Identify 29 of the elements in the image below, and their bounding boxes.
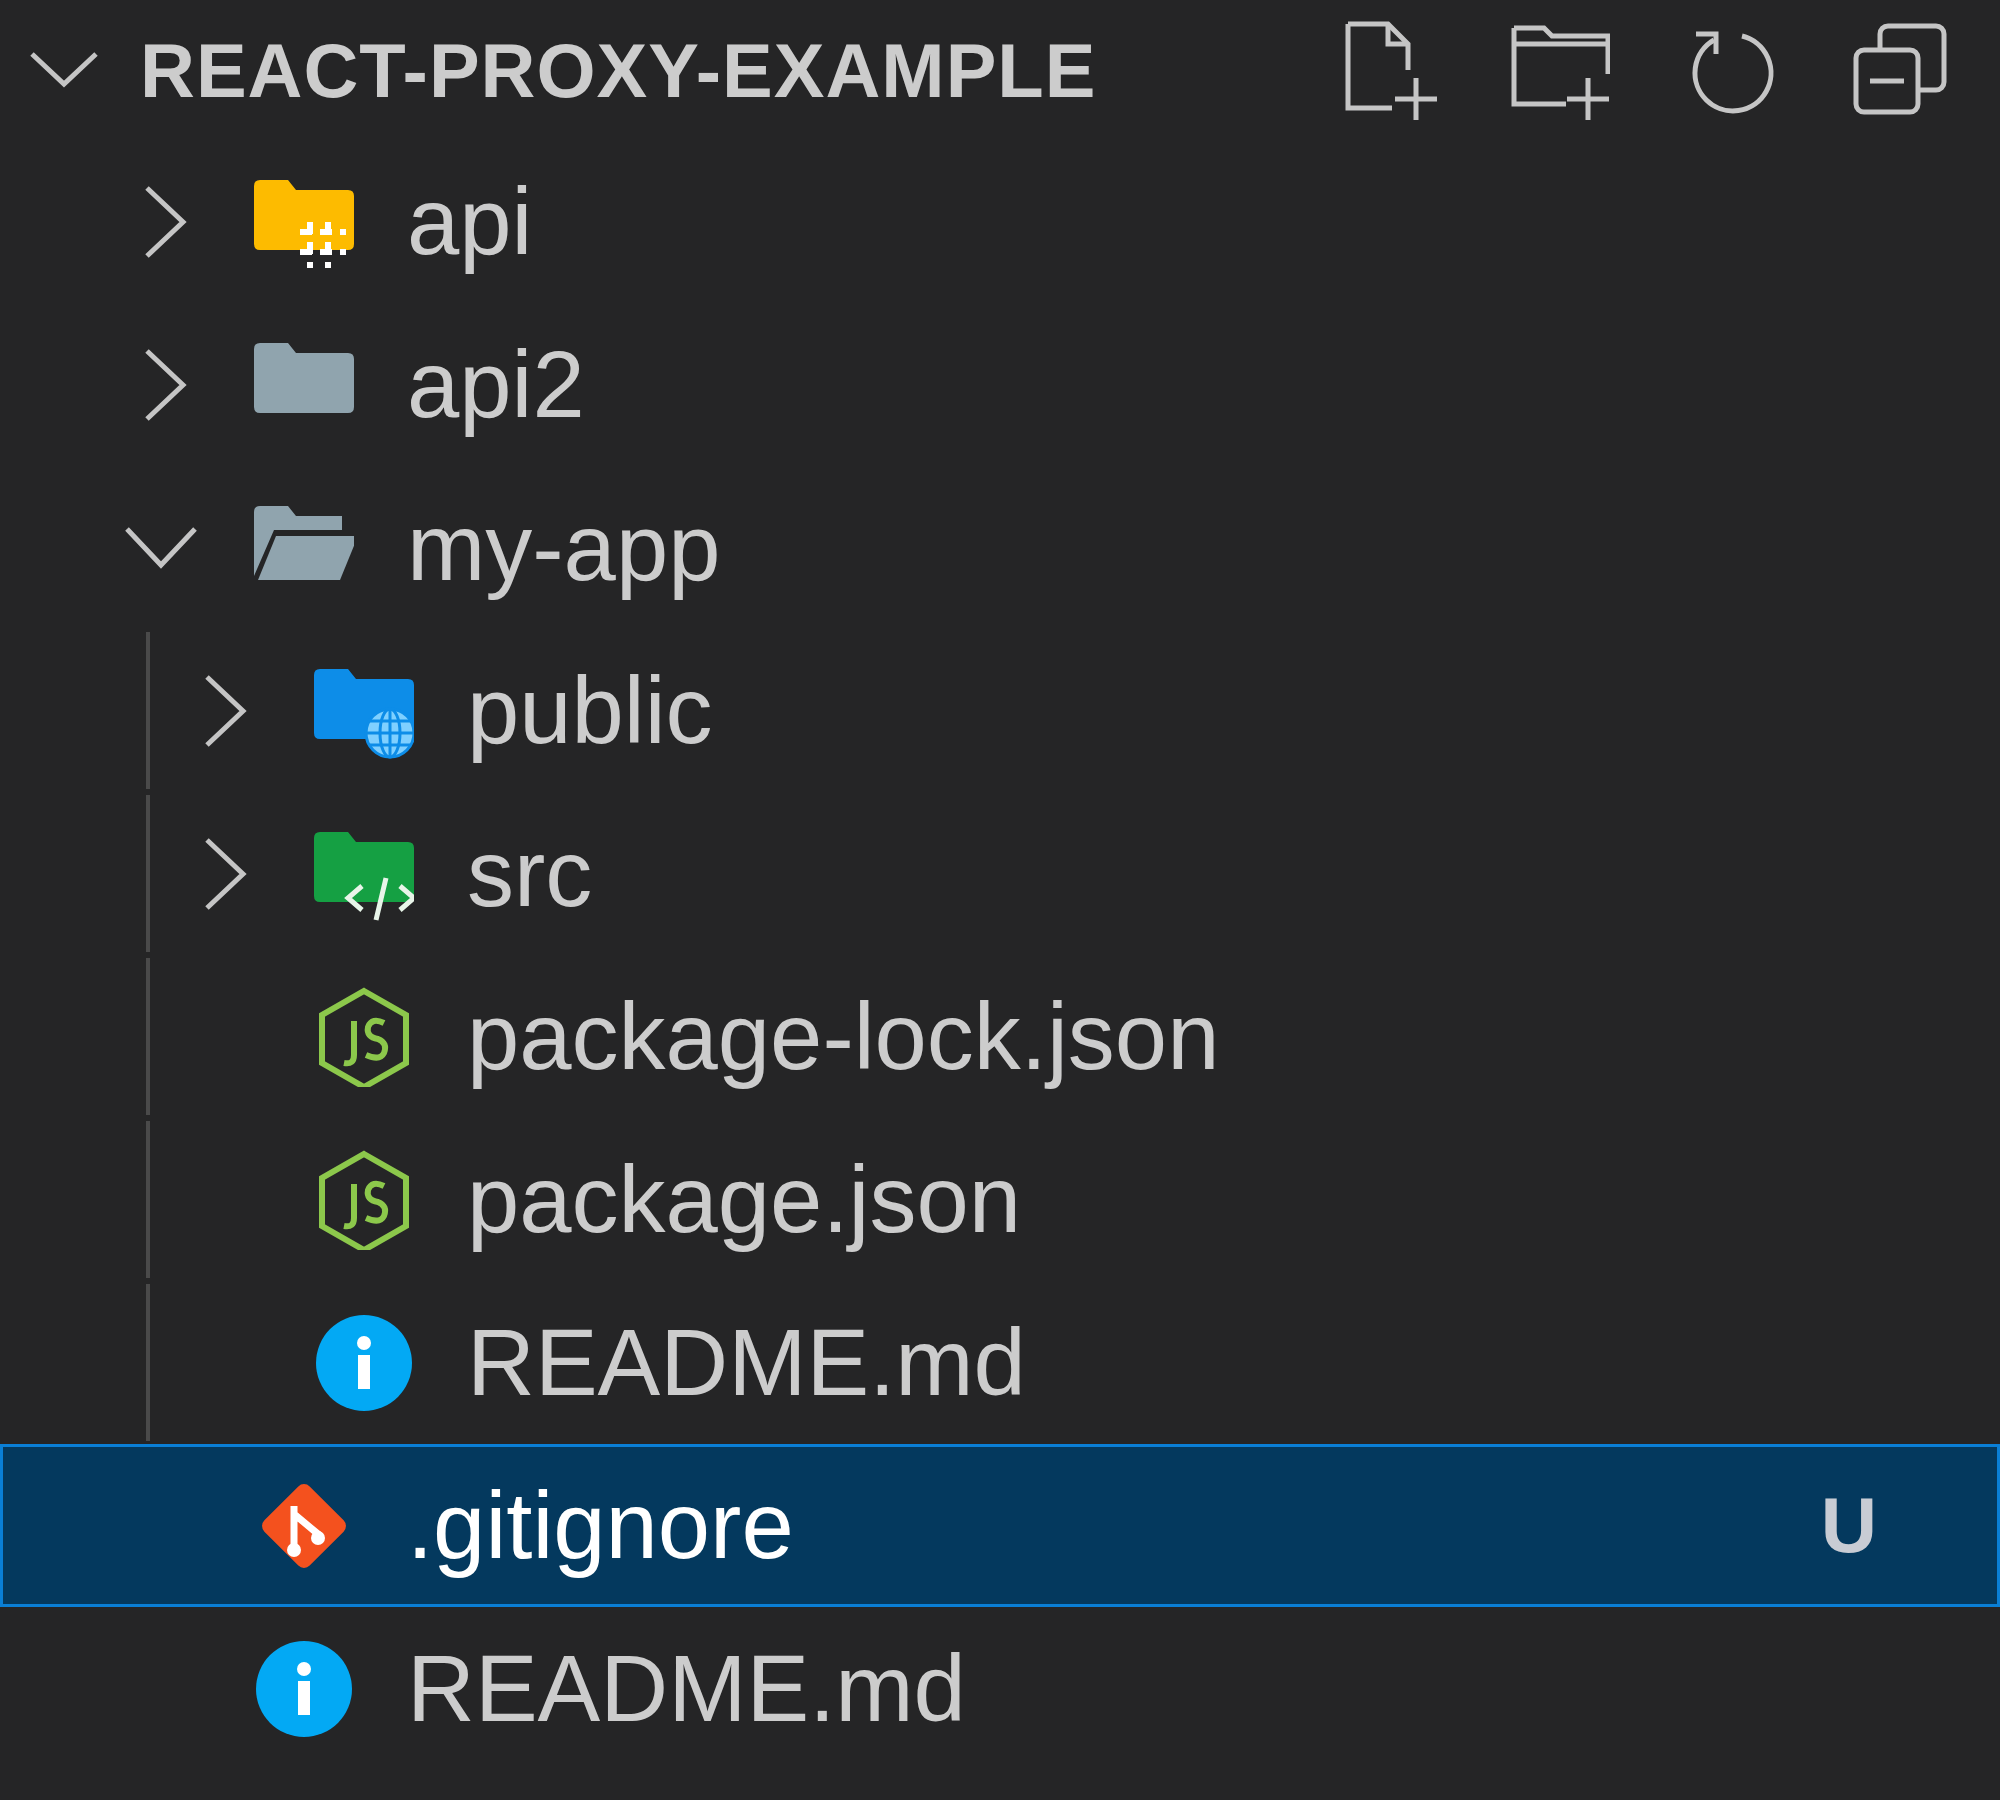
tree-item[interactable]: package.json: [0, 1118, 2000, 1281]
tree-item[interactable]: public: [0, 629, 2000, 792]
file-name: package.json: [467, 1145, 1021, 1254]
info-icon: [254, 1638, 354, 1739]
chevron-icon[interactable]: [143, 346, 189, 423]
tree-item[interactable]: README.md: [0, 1281, 2000, 1444]
tree-item[interactable]: api2: [0, 303, 2000, 466]
tree-item[interactable]: package-lock.json: [0, 955, 2000, 1118]
tree-item[interactable]: my-app: [0, 466, 2000, 629]
file-name: .gitignore: [407, 1471, 794, 1580]
file-name: public: [467, 656, 713, 765]
info-icon: [314, 1312, 414, 1413]
file-name: api: [407, 167, 533, 276]
file-name: src: [467, 819, 593, 928]
tree-item[interactable]: README.md: [0, 1607, 2000, 1770]
chevron-icon[interactable]: [203, 672, 249, 749]
tree-item[interactable]: src: [0, 792, 2000, 955]
file-name: README.md: [407, 1634, 966, 1743]
file-name: api2: [407, 330, 585, 439]
file-name: README.md: [467, 1308, 1026, 1417]
untracked-status: U: [1820, 1480, 1877, 1571]
tree-item[interactable]: .gitignore U: [0, 1444, 2000, 1607]
project-title[interactable]: REACT-PROXY-EXAMPLE: [140, 26, 1097, 114]
chevron-icon[interactable]: [203, 835, 249, 912]
chevron-icon[interactable]: [28, 50, 100, 90]
tree-item[interactable]: api: [0, 140, 2000, 303]
file-name: my-app: [407, 493, 721, 602]
chevron-icon[interactable]: [143, 183, 189, 260]
file-name: package-lock.json: [467, 982, 1220, 1091]
